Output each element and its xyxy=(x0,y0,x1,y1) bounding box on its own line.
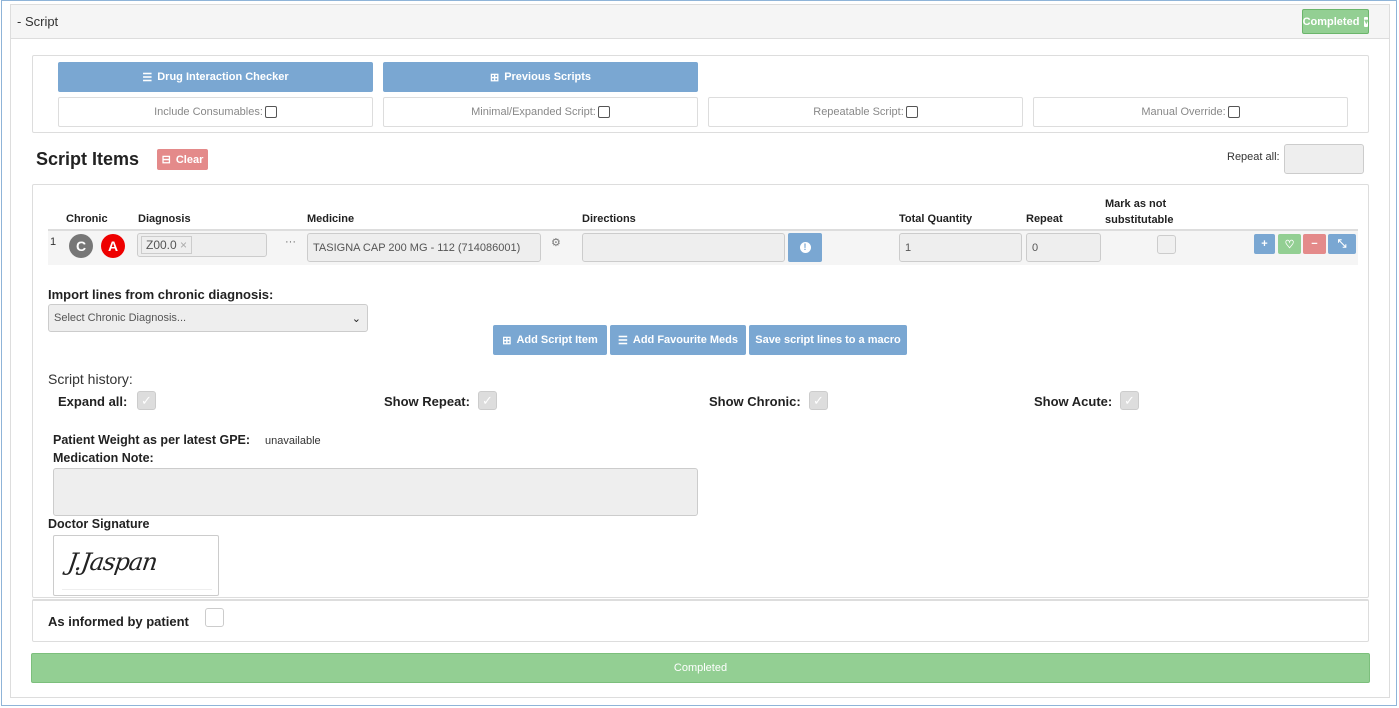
medication-note-label: Medication Note: xyxy=(53,451,154,465)
label: Add Favourite Meds xyxy=(632,334,738,346)
add-row-button[interactable]: + xyxy=(1254,234,1275,254)
show-repeat-checkbox[interactable]: ✓ xyxy=(478,391,497,410)
row-number: 1 xyxy=(50,236,57,248)
label: Manual Override: xyxy=(1141,106,1226,118)
header-not-substitutable: Mark as not substitutable xyxy=(1105,198,1174,226)
remove-row-button[interactable]: − xyxy=(1303,234,1326,254)
panel-title: - Script xyxy=(17,14,59,29)
select-value: Select Chronic Diagnosis... xyxy=(54,312,187,324)
diagnosis-code: Z00.0 xyxy=(146,238,177,252)
diagnosis-tag: Z00.0 × xyxy=(141,236,193,254)
completed-status-button[interactable]: Completed ▾ xyxy=(1302,9,1369,34)
show-chronic-label: Show Chronic: xyxy=(709,394,801,409)
total-quantity-input[interactable]: 1 xyxy=(899,233,1022,262)
show-acute-checkbox[interactable]: ✓ xyxy=(1120,391,1139,410)
signature-text: J.Jaspan xyxy=(66,548,159,576)
script-items-title: Script Items xyxy=(36,149,140,169)
expand-all-label: Expand all: xyxy=(58,394,128,409)
label: Clear xyxy=(175,153,204,166)
exclamation-circle-icon: ! xyxy=(799,242,811,253)
drug-interaction-checker-button[interactable]: ☰ Drug Interaction Checker xyxy=(58,62,373,92)
repeatable-script-checkbox[interactable] xyxy=(905,106,918,118)
medicine-input[interactable]: TASIGNA CAP 200 MG - 112 (714086001) xyxy=(307,233,541,262)
label: Add Script Item xyxy=(516,334,598,346)
manual-override-option[interactable]: Manual Override: xyxy=(1033,97,1348,127)
minus-icon: − xyxy=(1311,238,1318,250)
diagnosis-input[interactable]: Z00.0 × xyxy=(137,233,267,257)
label: Include Consumables: xyxy=(154,106,263,118)
remove-tag-icon[interactable]: × xyxy=(180,238,187,252)
save-macro-button[interactable]: Save script lines to a macro xyxy=(749,325,907,355)
label: Drug Interaction Checker xyxy=(157,71,289,83)
label: Minimal/Expanded Script: xyxy=(471,106,596,118)
chevron-down-icon: ⌄ xyxy=(351,312,361,325)
directions-input[interactable] xyxy=(582,233,785,262)
header-chronic: Chronic xyxy=(66,213,108,225)
medication-note-input[interactable] xyxy=(53,468,698,516)
minimal-expanded-option[interactable]: Minimal/Expanded Script: xyxy=(383,97,698,127)
minimal-expanded-checkbox[interactable] xyxy=(597,106,610,118)
doctor-signature-label: Doctor Signature xyxy=(48,517,150,531)
completed-button[interactable]: Completed xyxy=(31,653,1370,683)
clear-button[interactable]: ⊟ Clear xyxy=(157,149,208,170)
chevron-down-icon: ▾ xyxy=(1364,16,1369,27)
script-history-title: Script history: xyxy=(48,371,133,387)
repeat-input[interactable]: 0 xyxy=(1026,233,1101,262)
label: Previous Scripts xyxy=(504,71,592,83)
add-script-item-button[interactable]: ⊞ Add Script Item xyxy=(493,325,607,355)
heart-icon: ♡ xyxy=(1284,238,1295,251)
label: Repeatable Script: xyxy=(813,106,904,118)
compress-icon: ⤡ xyxy=(1337,237,1347,250)
directions-alert-button[interactable]: ! xyxy=(788,233,822,262)
completed-label: Completed xyxy=(1302,15,1360,28)
acute-badge[interactable]: A xyxy=(101,234,125,258)
header-medicine: Medicine xyxy=(307,213,355,225)
label: Save script lines to a macro xyxy=(755,334,901,346)
show-repeat-label: Show Repeat: xyxy=(384,394,470,409)
repeatable-script-option[interactable]: Repeatable Script: xyxy=(708,97,1023,127)
show-acute-label: Show Acute: xyxy=(1034,394,1113,409)
panel-header[interactable]: - Script Completed ▾ xyxy=(11,5,1389,39)
minus-square-icon: ⊟ xyxy=(161,154,171,166)
patient-weight-label: Patient Weight as per latest GPE: xyxy=(53,433,251,447)
repeat-all-label: Repeat all: xyxy=(1227,151,1280,163)
more-options-icon[interactable]: ··· xyxy=(285,236,296,248)
expand-all-checkbox[interactable]: ✓ xyxy=(137,391,156,410)
list-icon: ☰ xyxy=(618,334,628,347)
previous-scripts-button[interactable]: ⊞ Previous Scripts xyxy=(383,62,698,92)
chronic-diagnosis-select[interactable]: Select Chronic Diagnosis... ⌄ xyxy=(48,304,368,332)
include-consumables-option[interactable]: Include Consumables: xyxy=(58,97,373,127)
informed-by-patient-label: As informed by patient xyxy=(48,614,189,629)
not-substitutable-checkbox[interactable] xyxy=(1157,235,1176,254)
signature-image: J.Jaspan xyxy=(53,535,219,596)
plus-icon: + xyxy=(1261,238,1268,250)
manual-override-checkbox[interactable] xyxy=(1227,106,1240,118)
header-diagnosis: Diagnosis xyxy=(138,213,191,225)
include-consumables-checkbox[interactable] xyxy=(264,106,277,118)
plus-square-icon: ⊞ xyxy=(502,334,512,347)
repeat-all-input[interactable] xyxy=(1284,144,1364,174)
import-label: Import lines from chronic diagnosis: xyxy=(48,287,274,302)
settings-gears-icon[interactable]: ⚙ xyxy=(551,236,561,249)
header-directions: Directions xyxy=(582,213,636,225)
plus-square-icon: ⊞ xyxy=(489,71,500,84)
patient-weight-value: unavailable xyxy=(265,435,321,447)
header-total-quantity: Total Quantity xyxy=(899,213,973,225)
list-icon: ☰ xyxy=(142,71,153,84)
informed-box xyxy=(32,599,1369,642)
header-repeat: Repeat xyxy=(1026,213,1063,225)
collapse-button[interactable]: ⤡ xyxy=(1328,234,1356,254)
add-favourite-meds-button[interactable]: ☰ Add Favourite Meds xyxy=(610,325,746,355)
informed-by-patient-checkbox[interactable] xyxy=(205,608,224,627)
favourite-button[interactable]: ♡ xyxy=(1278,234,1301,254)
chronic-badge[interactable]: C xyxy=(69,234,93,258)
show-chronic-checkbox[interactable]: ✓ xyxy=(809,391,828,410)
